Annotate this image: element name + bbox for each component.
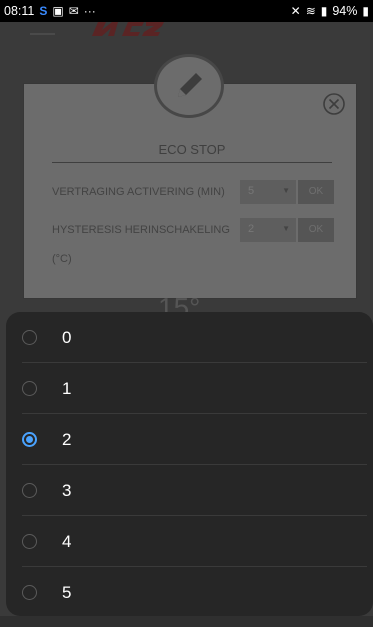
hysteresis-select[interactable]: 2 ▼	[240, 218, 296, 242]
signal-icon: ▮	[320, 4, 328, 18]
battery-percent: 94%	[332, 4, 358, 18]
value-picker-sheet: 0 1 2 3 4 5	[6, 312, 373, 616]
option-1[interactable]: 1	[6, 363, 373, 414]
radio-button[interactable]	[22, 330, 37, 345]
hysteresis-label: HYSTERESIS HERINSCHAKELING	[52, 224, 230, 236]
option-3[interactable]: 3	[6, 465, 373, 516]
edit-badge	[154, 54, 224, 118]
delay-activation-select[interactable]: 5 ▼	[240, 180, 296, 204]
brand-logo	[88, 22, 166, 36]
option-4[interactable]: 4	[6, 516, 373, 567]
hysteresis-ok-button[interactable]: OK	[298, 218, 334, 242]
more-icon: ···	[83, 4, 96, 18]
dropdown-arrow-icon: ▼	[282, 186, 290, 195]
delay-activation-label: VERTRAGING ACTIVERING (MIN)	[52, 186, 225, 198]
hysteresis-unit-label: (°C)	[52, 253, 72, 265]
radio-button[interactable]	[22, 534, 37, 549]
mail-icon: ✉	[68, 4, 79, 18]
option-label: 5	[62, 582, 72, 602]
option-label: 4	[62, 531, 72, 551]
delay-activation-value: 5	[248, 185, 255, 197]
option-label: 3	[62, 480, 72, 500]
mute-icon: ✕	[290, 4, 301, 18]
option-label: 0	[62, 327, 72, 347]
radio-button[interactable]	[22, 381, 37, 396]
status-bar: 08:11 S ▣ ✉ ··· ✕ ≋ ▮ 94% ▮	[0, 0, 373, 22]
battery-icon: ▮	[362, 4, 369, 18]
radio-button[interactable]	[22, 585, 37, 600]
option-0[interactable]: 0	[6, 312, 373, 363]
option-2[interactable]: 2	[6, 414, 373, 465]
image-icon: ▣	[52, 4, 64, 18]
dropdown-arrow-icon: ▼	[282, 224, 290, 233]
delay-activation-ok-button[interactable]: OK	[298, 180, 334, 204]
bottom-strip	[0, 616, 373, 627]
option-5[interactable]: 5	[6, 567, 373, 616]
hysteresis-value: 2	[248, 223, 255, 235]
dialog-title: ECO STOP	[158, 142, 226, 157]
radio-button[interactable]	[22, 483, 37, 498]
pencil-icon	[178, 73, 202, 97]
wifi-icon: ≋	[305, 4, 316, 18]
s-app-icon: S	[39, 4, 48, 18]
radio-button-selected[interactable]	[22, 432, 37, 447]
menu-icon	[30, 33, 55, 35]
status-time: 08:11	[4, 4, 35, 18]
title-divider	[52, 162, 332, 163]
close-icon[interactable]	[322, 92, 346, 116]
option-label: 2	[62, 429, 72, 449]
option-label: 1	[62, 378, 72, 398]
